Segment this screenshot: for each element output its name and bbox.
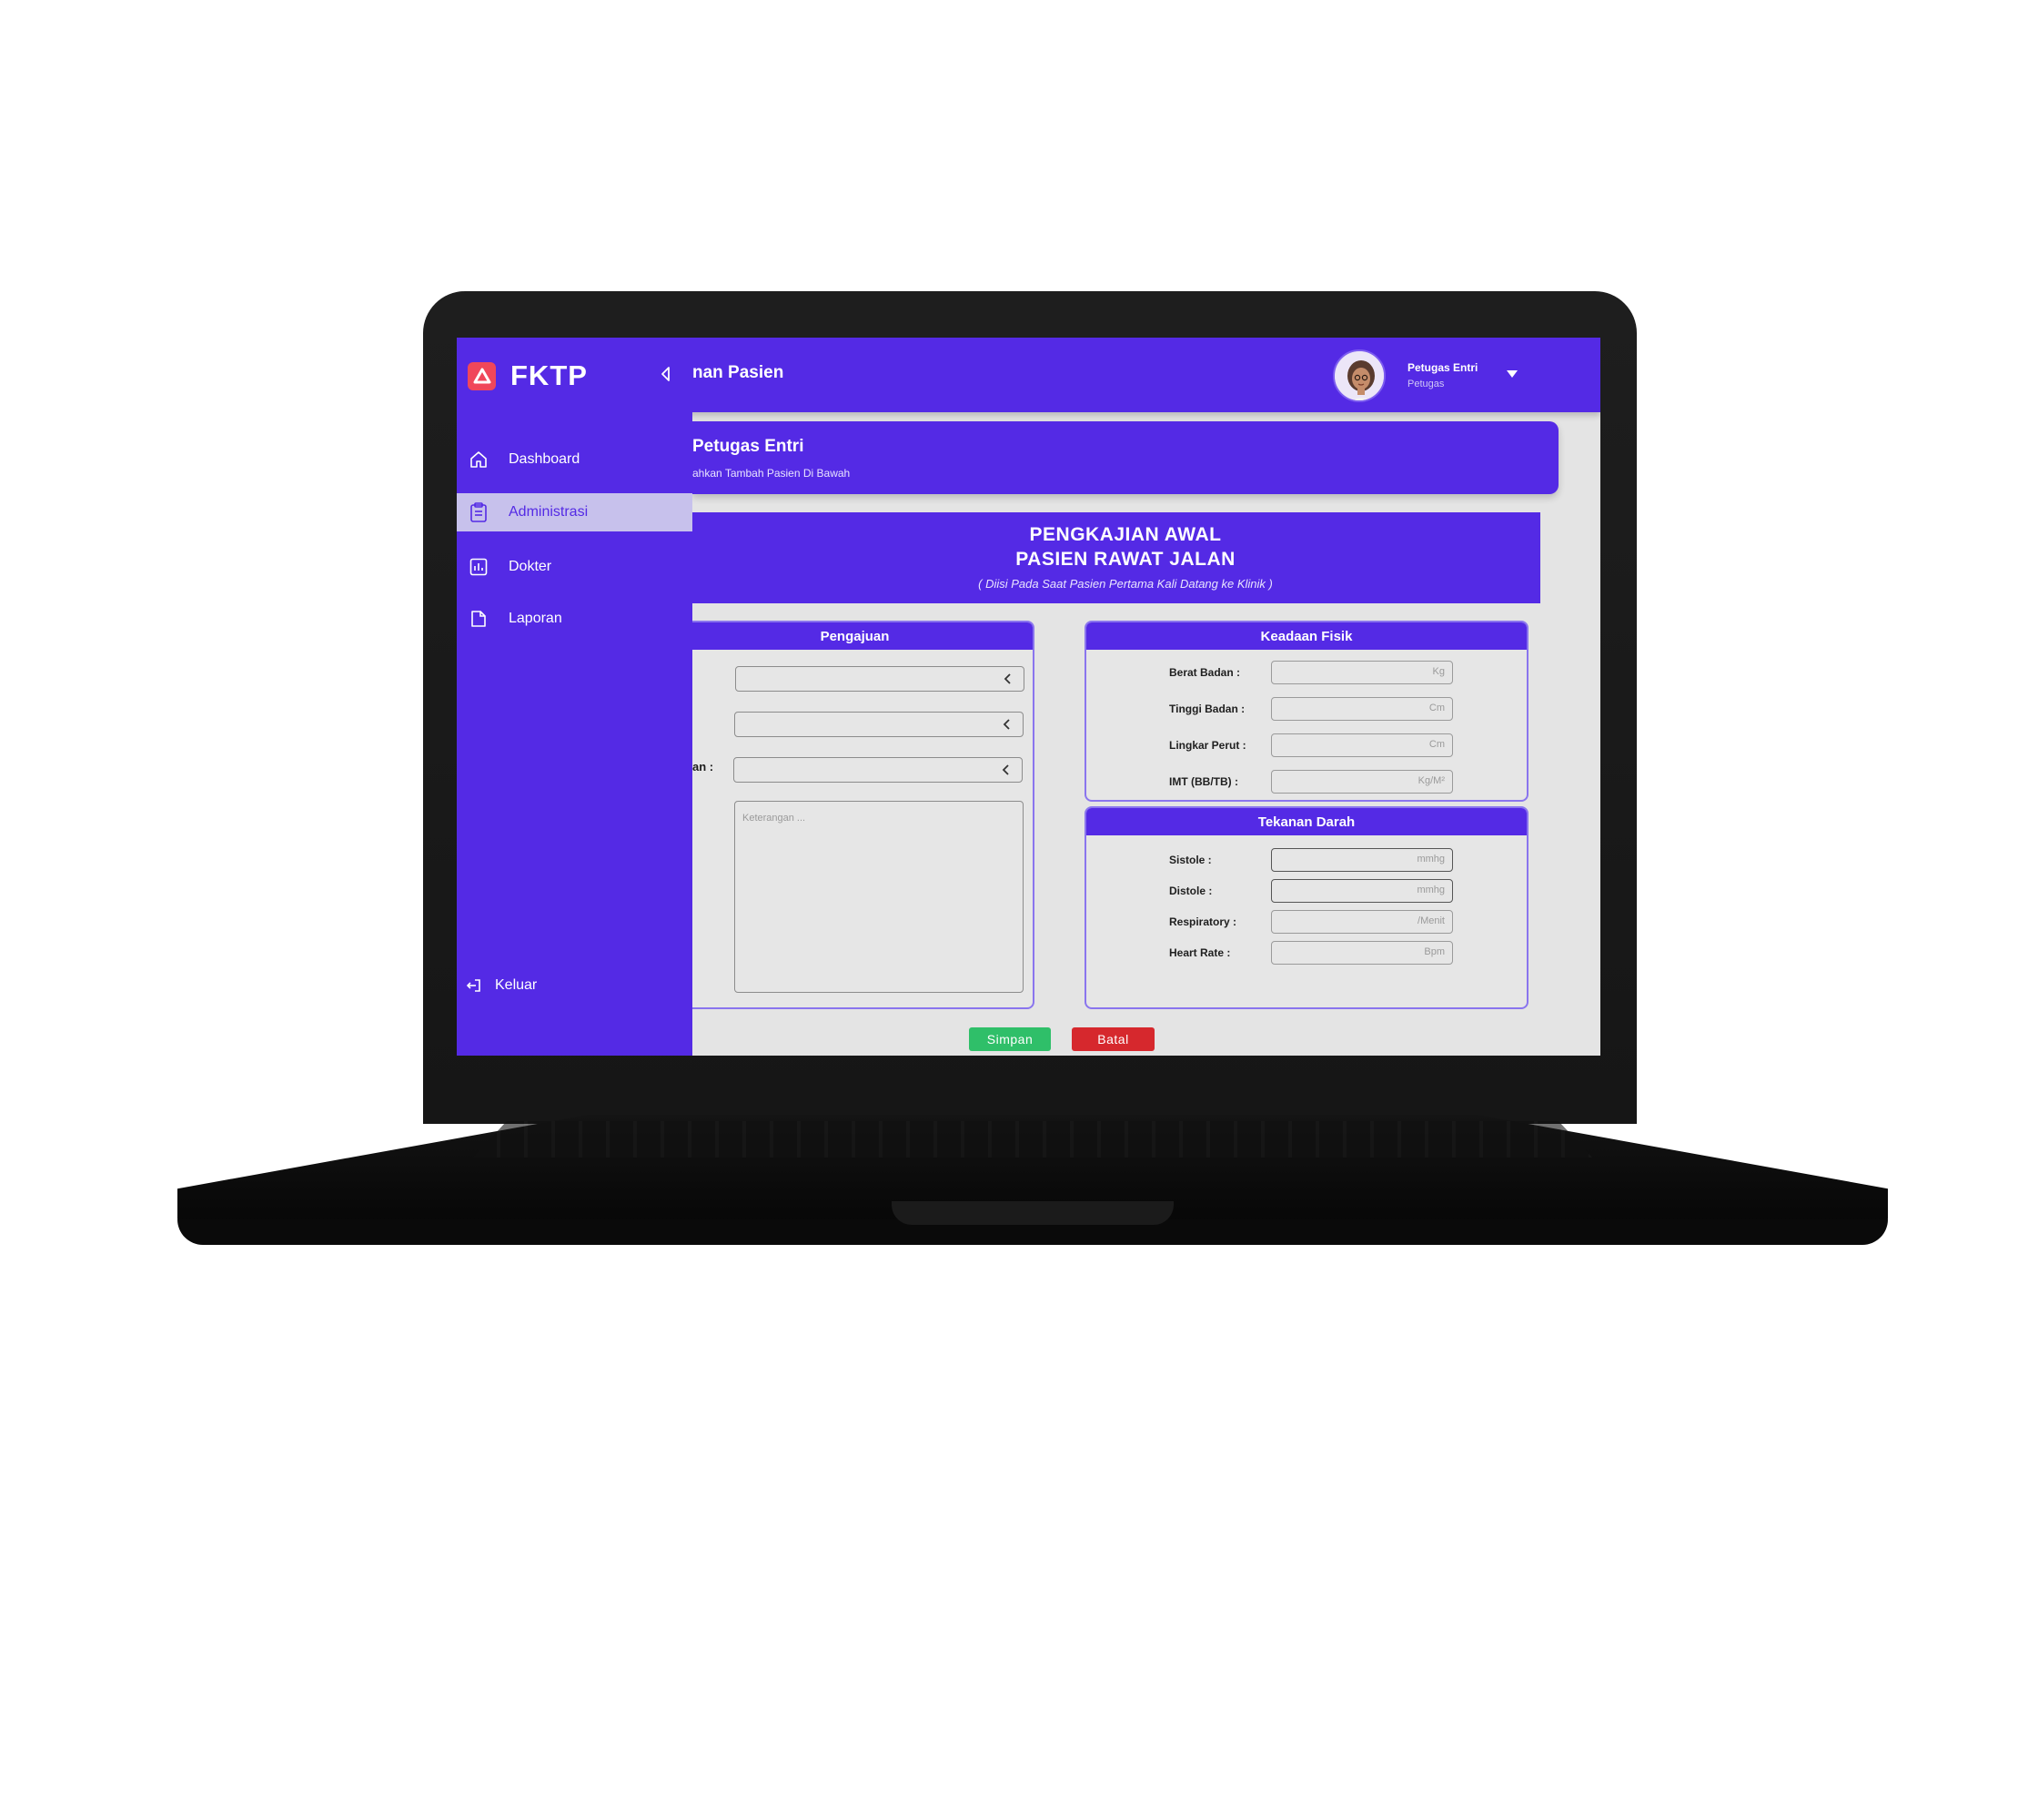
brand[interactable]: FKTP bbox=[468, 359, 588, 392]
sidebar-item-label: Dokter bbox=[509, 559, 552, 574]
imt-label: IMT (BB/TB) : bbox=[1169, 775, 1238, 788]
sidebar-item-dokter[interactable]: Dokter bbox=[457, 548, 692, 586]
imt-input[interactable]: Kg/M² bbox=[1271, 770, 1453, 794]
form-header: PENGKAJIAN AWAL PASIEN RAWAT JALAN ( Dii… bbox=[692, 512, 1540, 603]
pengajuan-field-label: an : bbox=[692, 760, 714, 774]
cancel-button[interactable]: Batal bbox=[1072, 1027, 1155, 1051]
chevron-left-icon bbox=[1004, 673, 1011, 684]
user-role: Petugas bbox=[1407, 379, 1445, 389]
keadaan-fisik-heading: Keadaan Fisik bbox=[1086, 622, 1527, 650]
sidebar-item-label: Dashboard bbox=[509, 451, 580, 467]
home-icon bbox=[469, 450, 489, 470]
keterangan-textarea[interactable]: Keterangan ... bbox=[734, 801, 1024, 993]
chevron-left-icon bbox=[1003, 719, 1010, 730]
sidebar-item-label: Laporan bbox=[509, 611, 562, 626]
chevron-left-icon bbox=[1002, 764, 1009, 775]
heart-rate-input[interactable]: Bpm bbox=[1271, 941, 1453, 965]
lingkar-perut-input[interactable]: Cm bbox=[1271, 733, 1453, 757]
pengajuan-select-3[interactable] bbox=[733, 757, 1023, 783]
logout-icon bbox=[466, 979, 480, 992]
sidebar-item-laporan[interactable]: Laporan bbox=[457, 600, 692, 638]
sistole-label: Sistole : bbox=[1169, 854, 1212, 866]
heart-rate-label: Heart Rate : bbox=[1169, 946, 1231, 959]
sidebar-item-dashboard[interactable]: Dashboard bbox=[457, 440, 692, 479]
pengajuan-heading: Pengajuan bbox=[677, 622, 1033, 650]
sidebar-item-administrasi[interactable]: Administrasi bbox=[457, 493, 692, 531]
brand-name: FKTP bbox=[510, 359, 588, 391]
berat-badan-input[interactable]: Kg bbox=[1271, 661, 1453, 684]
distole-input[interactable]: mmhg bbox=[1271, 879, 1453, 903]
user-name: Petugas Entri bbox=[1407, 361, 1478, 374]
welcome-banner: Petugas Entri ahkan Tambah Pasien Di Baw… bbox=[692, 421, 1559, 494]
form-title: PENGKAJIAN AWAL PASIEN RAWAT JALAN bbox=[692, 512, 1540, 571]
document-icon bbox=[469, 609, 489, 629]
form-note: ( Diisi Pada Saat Pasien Pertama Kali Da… bbox=[978, 577, 1273, 591]
tekanan-darah-panel: Tekanan Darah bbox=[1085, 806, 1528, 1009]
avatar-illustration bbox=[1335, 351, 1384, 400]
chart-icon bbox=[469, 557, 489, 577]
sistole-input[interactable]: mmhg bbox=[1271, 848, 1453, 872]
sidebar: FKTP Dashboard Administrasi Dokter Lapor… bbox=[457, 338, 692, 1056]
form-title-line2: PASIEN RAWAT JALAN bbox=[1015, 549, 1236, 570]
clipboard-icon bbox=[469, 502, 489, 522]
laptop-keyboard bbox=[473, 1121, 1592, 1158]
logout-label: Keluar bbox=[495, 977, 538, 993]
laptop-notch bbox=[892, 1201, 1174, 1225]
page-title: nan Pasien bbox=[692, 363, 784, 382]
distole-label: Distole : bbox=[1169, 885, 1213, 897]
form-title-line1: PENGKAJIAN AWAL bbox=[1029, 524, 1222, 545]
logout-button[interactable]: Keluar bbox=[466, 977, 537, 994]
caret-down-icon[interactable] bbox=[1506, 369, 1518, 379]
respiratory-label: Respiratory : bbox=[1169, 915, 1237, 928]
collapse-sidebar-icon[interactable] bbox=[659, 366, 673, 382]
brand-logo-icon bbox=[468, 361, 496, 390]
tinggi-badan-input[interactable]: Cm bbox=[1271, 697, 1453, 721]
pengajuan-select-2[interactable] bbox=[734, 712, 1024, 737]
avatar[interactable] bbox=[1333, 349, 1386, 402]
laptop-screen: nan Pasien Petugas Entri Petugas Petugas… bbox=[457, 338, 1600, 1056]
respiratory-input[interactable]: /Menit bbox=[1271, 910, 1453, 934]
lingkar-perut-label: Lingkar Perut : bbox=[1169, 739, 1246, 752]
berat-badan-label: Berat Badan : bbox=[1169, 666, 1241, 679]
welcome-title: Petugas Entri bbox=[692, 437, 804, 456]
tinggi-badan-label: Tinggi Badan : bbox=[1169, 703, 1246, 715]
welcome-subtitle: ahkan Tambah Pasien Di Bawah bbox=[692, 467, 851, 480]
sidebar-item-label: Administrasi bbox=[509, 504, 589, 520]
save-button[interactable]: Simpan bbox=[969, 1027, 1051, 1051]
tekanan-darah-heading: Tekanan Darah bbox=[1086, 808, 1527, 835]
pengajuan-select-1[interactable] bbox=[735, 666, 1024, 692]
